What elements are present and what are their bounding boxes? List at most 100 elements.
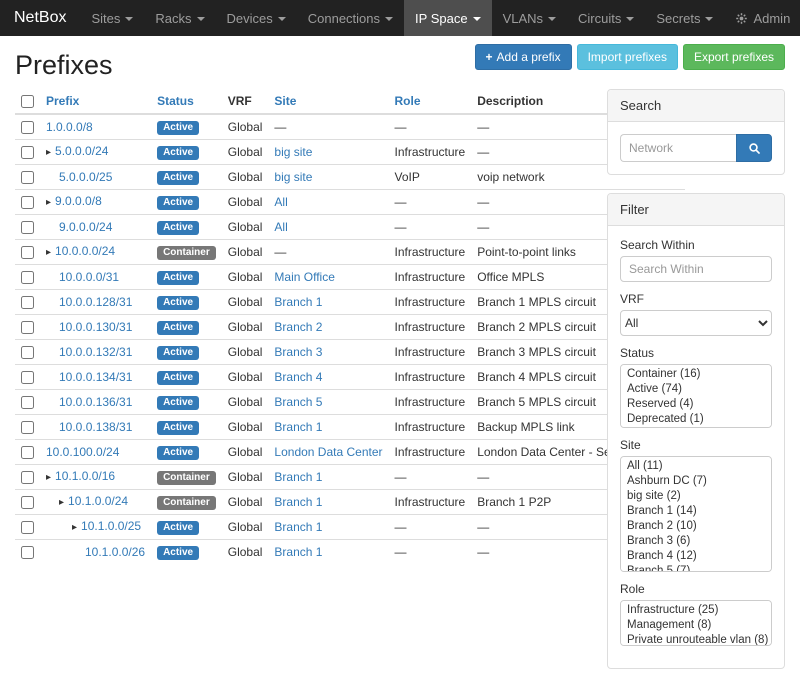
vrf-select[interactable]: All (620, 310, 772, 336)
export-prefixes-button[interactable]: Export prefixes (683, 44, 785, 70)
expand-arrow-icon[interactable]: ▸ (46, 472, 51, 483)
import-prefixes-button[interactable]: Import prefixes (577, 44, 678, 70)
status-listbox[interactable]: Container (16)Active (74)Reserved (4)Dep… (620, 364, 772, 428)
site-link[interactable]: Branch 4 (274, 370, 322, 384)
nav-item-devices[interactable]: Devices (216, 0, 297, 36)
site-link[interactable]: Branch 1 (274, 495, 322, 509)
nav-item-secrets[interactable]: Secrets (645, 0, 724, 36)
search-within-input[interactable] (620, 256, 772, 282)
role-listbox[interactable]: Infrastructure (25)Management (8)Private… (620, 600, 772, 646)
filter-option[interactable]: Ashburn DC (7) (621, 474, 771, 489)
row-checkbox[interactable] (21, 521, 34, 534)
site-link[interactable]: London Data Center (274, 445, 382, 459)
site-link[interactable]: Branch 1 (274, 520, 322, 534)
row-checkbox[interactable] (21, 396, 34, 409)
row-checkbox[interactable] (21, 346, 34, 359)
prefix-link[interactable]: 5.0.0.0/24 (55, 144, 108, 158)
prefix-link[interactable]: 10.0.100.0/24 (46, 445, 119, 459)
column-header-prefix[interactable]: Prefix (40, 89, 151, 114)
prefix-link[interactable]: 10.0.0.136/31 (59, 395, 132, 409)
row-checkbox[interactable] (21, 546, 34, 559)
prefix-link[interactable]: 9.0.0.0/8 (55, 194, 102, 208)
expand-arrow-icon[interactable]: ▸ (72, 522, 77, 533)
brand-logo[interactable]: NetBox (0, 0, 80, 36)
prefix-link[interactable]: 10.1.0.0/25 (81, 519, 141, 533)
row-checkbox[interactable] (21, 146, 34, 159)
site-listbox[interactable]: All (11)Ashburn DC (7)big site (2)Branch… (620, 456, 772, 572)
row-checkbox[interactable] (21, 271, 34, 284)
expand-arrow-icon[interactable]: ▸ (59, 497, 64, 508)
prefix-link[interactable]: 5.0.0.0/25 (59, 170, 112, 184)
site-link[interactable]: Main Office (274, 270, 334, 284)
site-link[interactable]: Branch 1 (274, 470, 322, 484)
filter-option[interactable]: All (11) (621, 459, 771, 474)
site-link[interactable]: Branch 3 (274, 345, 322, 359)
prefix-link[interactable]: 10.0.0.0/31 (59, 270, 119, 284)
nav-item-ip-space[interactable]: IP Space (404, 0, 492, 36)
expand-arrow-icon[interactable]: ▸ (46, 147, 51, 158)
filter-option[interactable]: Branch 5 (7) (621, 564, 771, 572)
add-prefix-button[interactable]: + Add a prefix (475, 44, 572, 70)
prefix-link[interactable]: 10.0.0.128/31 (59, 295, 132, 309)
row-checkbox[interactable] (21, 221, 34, 234)
filter-option[interactable]: Private unrouteable vlan (8) (621, 633, 771, 646)
site-link[interactable]: Branch 5 (274, 395, 322, 409)
expand-arrow-icon[interactable]: ▸ (46, 197, 51, 208)
site-link[interactable]: All (274, 195, 287, 209)
nav-item-vlans[interactable]: VLANs (492, 0, 567, 36)
table-row: ▸9.0.0.0/8ActiveGlobalAll—— (15, 190, 685, 215)
nav-item-admin[interactable]: Admin (724, 0, 800, 36)
row-checkbox[interactable] (21, 496, 34, 509)
filter-option[interactable]: Container (16) (621, 367, 771, 382)
filter-option[interactable]: Infrastructure (25) (621, 603, 771, 618)
filter-option[interactable]: Branch 3 (6) (621, 534, 771, 549)
site-link[interactable]: All (274, 220, 287, 234)
filter-option[interactable]: Branch 1 (14) (621, 504, 771, 519)
row-checkbox[interactable] (21, 171, 34, 184)
prefix-link[interactable]: 9.0.0.0/24 (59, 220, 112, 234)
prefix-link[interactable]: 10.1.0.0/16 (55, 469, 115, 483)
prefix-link[interactable]: 10.0.0.132/31 (59, 345, 132, 359)
filter-option[interactable]: Branch 2 (10) (621, 519, 771, 534)
filter-option[interactable]: Deprecated (1) (621, 412, 771, 427)
filter-option[interactable]: Reserved (4) (621, 397, 771, 412)
site-link[interactable]: big site (274, 170, 312, 184)
nav-item-circuits[interactable]: Circuits (567, 0, 645, 36)
prefix-link[interactable]: 10.0.0.138/31 (59, 420, 132, 434)
expand-arrow-icon[interactable]: ▸ (46, 247, 51, 258)
filter-option[interactable]: Branch 4 (12) (621, 549, 771, 564)
row-checkbox[interactable] (21, 196, 34, 209)
filter-option[interactable]: big site (2) (621, 489, 771, 504)
row-checkbox[interactable] (21, 421, 34, 434)
filter-option[interactable]: Management (8) (621, 618, 771, 633)
search-input[interactable] (620, 134, 736, 162)
table-row: ▸5.0.0.0/24ActiveGlobalbig siteInfrastru… (15, 140, 685, 165)
row-checkbox[interactable] (21, 371, 34, 384)
nav-item-sites[interactable]: Sites (80, 0, 144, 36)
site-link[interactable]: Branch 1 (274, 295, 322, 309)
nav-item-connections[interactable]: Connections (297, 0, 404, 36)
prefix-link[interactable]: 10.0.0.0/24 (55, 244, 115, 258)
column-header-role[interactable]: Role (389, 89, 472, 114)
filter-option[interactable]: Active (74) (621, 382, 771, 397)
search-button[interactable] (736, 134, 772, 162)
row-checkbox[interactable] (21, 246, 34, 259)
prefix-link[interactable]: 1.0.0.0/8 (46, 120, 93, 134)
select-all-checkbox[interactable] (21, 95, 34, 108)
column-header-site[interactable]: Site (268, 89, 388, 114)
row-checkbox[interactable] (21, 296, 34, 309)
row-checkbox[interactable] (21, 121, 34, 134)
site-link[interactable]: Branch 1 (274, 545, 322, 559)
prefix-link[interactable]: 10.0.0.130/31 (59, 320, 132, 334)
site-link[interactable]: big site (274, 145, 312, 159)
prefix-link[interactable]: 10.0.0.134/31 (59, 370, 132, 384)
column-header-status[interactable]: Status (151, 89, 222, 114)
row-checkbox[interactable] (21, 471, 34, 484)
site-link[interactable]: Branch 1 (274, 420, 322, 434)
nav-item-racks[interactable]: Racks (144, 0, 215, 36)
row-checkbox[interactable] (21, 321, 34, 334)
row-checkbox[interactable] (21, 446, 34, 459)
prefix-link[interactable]: 10.1.0.0/26 (85, 545, 145, 559)
prefix-link[interactable]: 10.1.0.0/24 (68, 494, 128, 508)
site-link[interactable]: Branch 2 (274, 320, 322, 334)
